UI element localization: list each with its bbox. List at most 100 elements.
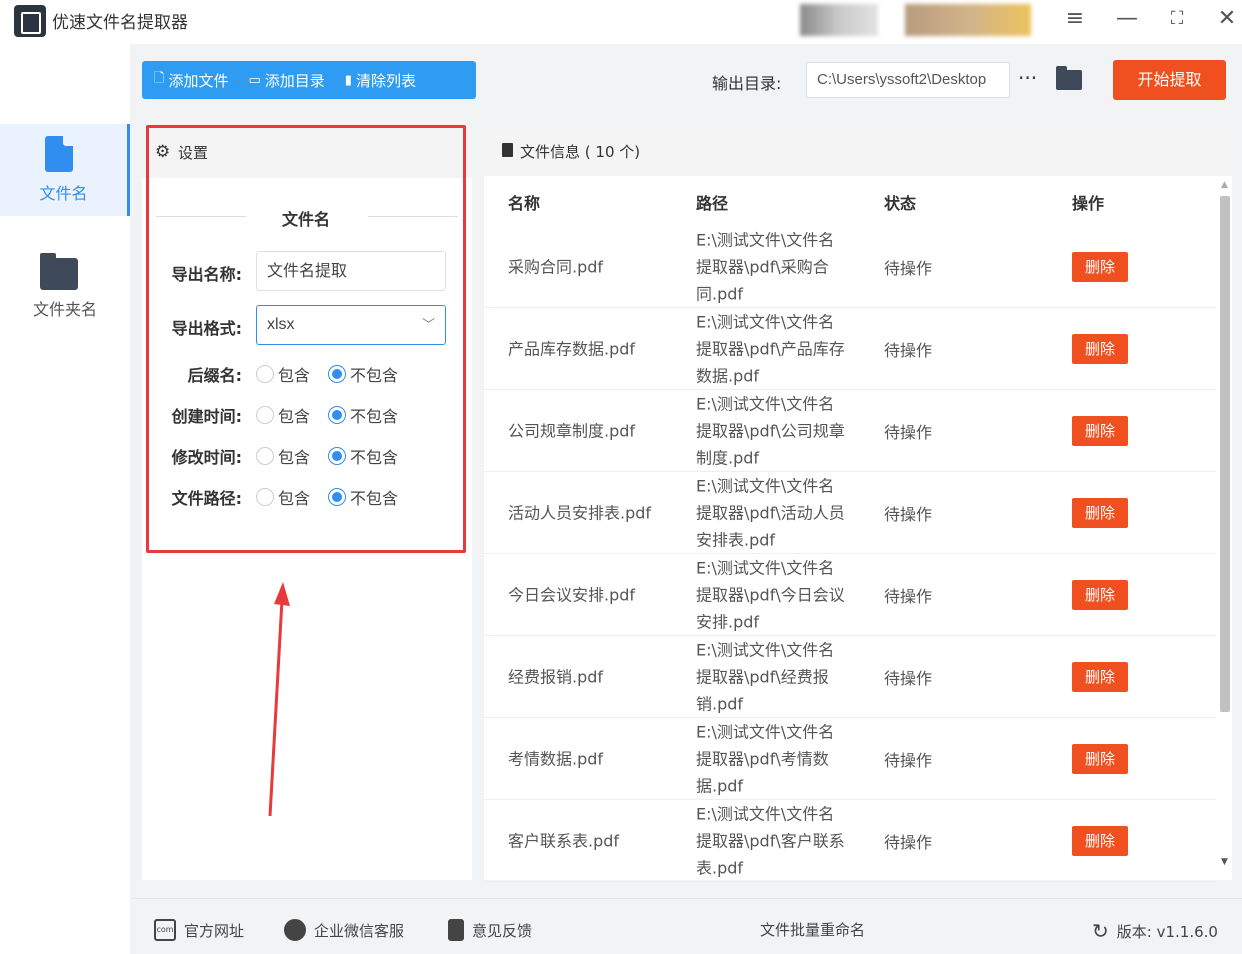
table-row: 采购合同.pdf E:\测试文件\文件名提取器\pdf\采购合同.pdf 待操作 删除 (484, 226, 1216, 308)
column-header-path[interactable]: 路径 (696, 190, 728, 214)
scroll-up-icon[interactable]: ▲ (1221, 180, 1228, 190)
title-bar: 优速文件名提取器 ≡ — ⛶ ✕ (0, 0, 1242, 44)
file-name: 客户联系表.pdf (508, 831, 620, 850)
delete-button[interactable]: 删除 (1072, 743, 1128, 774)
sidebar-item-label: 文件名 (39, 184, 88, 203)
menu-icon[interactable]: ≡ (1060, 4, 1090, 34)
file-path: E:\测试文件\文件名提取器\pdf\今日会议安排.pdf (696, 558, 845, 631)
file-path: E:\测试文件\文件名提取器\pdf\公司规章制度.pdf (696, 394, 845, 467)
maximize-icon[interactable]: ⛶ (1162, 4, 1192, 34)
delete-button[interactable]: 删除 (1072, 251, 1128, 282)
minimize-icon[interactable]: — (1112, 4, 1142, 34)
annotation-arrow-icon (268, 582, 290, 817)
delete-button[interactable]: 删除 (1072, 825, 1128, 856)
column-header-action[interactable]: 操作 (1072, 190, 1104, 214)
output-dir-label: 输出目录: (712, 74, 782, 93)
close-icon[interactable]: ✕ (1212, 4, 1242, 34)
folder-icon (40, 253, 78, 290)
refresh-icon: ↻ (1092, 919, 1109, 943)
file-status: 待操作 (884, 832, 933, 852)
file-status: 待操作 (884, 586, 933, 606)
add-file-label: 添加文件 (168, 71, 229, 90)
file-path: E:\测试文件\文件名提取器\pdf\经费报销.pdf (696, 640, 835, 713)
file-name: 公司规章制度.pdf (508, 421, 636, 440)
sidebar-item-filename[interactable]: 文件名 (0, 124, 130, 216)
file-name: 今日会议安排.pdf (508, 585, 636, 604)
clear-list-button[interactable]: ▮ 清除列表 (345, 70, 416, 91)
footer: com 官方网址 企业微信客服 意见反馈 文件批量重命名 ↻ 版本: v1.1.… (130, 898, 1242, 954)
file-info-header: 文件信息 ( 10 个) (484, 126, 1232, 176)
file-status: 待操作 (884, 340, 933, 360)
feedback-icon (448, 919, 464, 941)
file-name: 经费报销.pdf (508, 667, 604, 686)
table-row: 今日会议安排.pdf E:\测试文件\文件名提取器\pdf\今日会议安排.pdf 待… (484, 554, 1216, 636)
add-directory-button[interactable]: ▭ 添加目录 (248, 70, 324, 91)
file-icon: 🗋 (154, 71, 165, 86)
wechat-service-link[interactable]: 企业微信客服 (284, 919, 404, 941)
wechat-label: 企业微信客服 (314, 921, 405, 940)
add-directory-label: 添加目录 (264, 71, 325, 90)
folder-outline-icon: ▭ (248, 72, 261, 88)
version-label: 版本: v1.1.6.0 (1116, 922, 1218, 941)
table-row: 产品库存数据.pdf E:\测试文件\文件名提取器\pdf\产品库存数据.pdf 待… (484, 308, 1216, 390)
blurred-user-avatar (905, 4, 1031, 36)
scroll-down-icon[interactable]: ▼ (1221, 857, 1228, 867)
trash-icon: ▮ (344, 72, 352, 88)
file-status: 待操作 (884, 750, 933, 770)
feedback-label: 意见反馈 (472, 921, 533, 940)
file-status: 待操作 (884, 422, 933, 442)
website-link[interactable]: com 官方网址 (154, 919, 244, 941)
clear-list-label: 清除列表 (355, 71, 416, 90)
file-count: ( 10 个) (584, 143, 641, 161)
table-row: 经费报销.pdf E:\测试文件\文件名提取器\pdf\经费报销.pdf 待操作 删除 (484, 636, 1216, 718)
file-name: 考情数据.pdf (508, 749, 604, 768)
toolbar-button-group: 🗋 添加文件 ▭ 添加目录 ▮ 清除列表 (142, 61, 476, 99)
file-name: 活动人员安排表.pdf (508, 503, 652, 522)
version-info[interactable]: ↻ 版本: v1.1.6.0 (1092, 919, 1218, 943)
browse-folder-icon[interactable] (1056, 66, 1082, 90)
website-icon: com (154, 919, 176, 941)
delete-button[interactable]: 删除 (1072, 661, 1128, 692)
blurred-user-info (800, 4, 878, 36)
file-status: 待操作 (884, 668, 933, 688)
chat-icon (284, 919, 306, 941)
sidebar-item-foldername[interactable]: 文件夹名 (0, 240, 130, 332)
delete-button[interactable]: 删除 (1072, 497, 1128, 528)
file-path: E:\测试文件\文件名提取器\pdf\采购合同.pdf (696, 230, 835, 303)
sidebar-item-label: 文件夹名 (32, 300, 97, 319)
delete-button[interactable]: 删除 (1072, 579, 1128, 610)
file-icon (45, 136, 73, 172)
delete-button[interactable]: 删除 (1072, 333, 1128, 364)
file-path: E:\测试文件\文件名提取器\pdf\产品库存数据.pdf (696, 312, 845, 385)
column-header-status[interactable]: 状态 (884, 190, 916, 214)
add-file-button[interactable]: 🗋 添加文件 (154, 69, 228, 91)
table-row: 活动人员安排表.pdf E:\测试文件\文件名提取器\pdf\活动人员安排表.pd… (484, 472, 1216, 554)
file-path: E:\测试文件\文件名提取器\pdf\活动人员安排表.pdf (696, 476, 845, 549)
file-info-title-text: 文件信息 (520, 143, 581, 161)
file-path: E:\测试文件\文件名提取器\pdf\客户联系表.pdf (696, 804, 845, 877)
file-icon (502, 143, 513, 157)
file-info-title: 文件信息 ( 10 个) (520, 141, 640, 162)
highlight-box (146, 125, 466, 553)
app-logo-icon (14, 5, 46, 37)
more-icon[interactable]: ··· (1018, 66, 1037, 90)
file-status: 待操作 (884, 258, 933, 278)
table-row: 考情数据.pdf E:\测试文件\文件名提取器\pdf\考情数据.pdf 待操作 删除 (484, 718, 1216, 800)
feedback-link[interactable]: 意见反馈 (448, 919, 532, 941)
batch-rename-link[interactable]: 文件批量重命名 (760, 919, 865, 940)
file-path: E:\测试文件\文件名提取器\pdf\考情数据.pdf (696, 722, 835, 795)
column-header-name[interactable]: 名称 (508, 190, 540, 214)
file-info-panel: 文件信息 ( 10 个) 名称 路径 状态 操作 采购合同.pdf E:\测试文件… (484, 126, 1232, 882)
scrollbar-thumb[interactable] (1220, 196, 1230, 712)
website-label: 官方网址 (184, 921, 245, 940)
sidebar: 文件名 文件夹名 (0, 44, 130, 954)
file-status: 待操作 (884, 504, 933, 524)
table-row: 公司规章制度.pdf E:\测试文件\文件名提取器\pdf\公司规章制度.pdf 待… (484, 390, 1216, 472)
delete-button[interactable]: 删除 (1072, 415, 1128, 446)
output-dir-input[interactable]: C:\Users\yssoft2\Desktop (806, 62, 1010, 98)
file-name: 产品库存数据.pdf (508, 339, 636, 358)
table-row: 客户联系表.pdf E:\测试文件\文件名提取器\pdf\客户联系表.pdf 待操作… (484, 800, 1216, 882)
file-name: 采购合同.pdf (508, 257, 604, 276)
app-title: 优速文件名提取器 (52, 13, 188, 33)
start-extract-button[interactable]: 开始提取 (1113, 60, 1226, 100)
